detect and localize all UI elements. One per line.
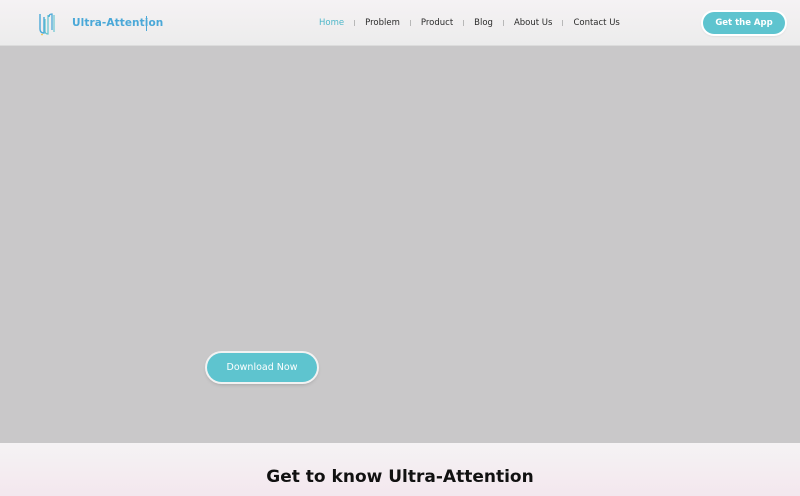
ultra-attention-logo-icon[interactable]: [36, 11, 58, 36]
nav-separator: [502, 20, 504, 26]
section-title: Get to know Ultra-Attention: [266, 467, 534, 487]
brand-name[interactable]: Ultra-Attention: [72, 17, 163, 29]
get-the-app-button[interactable]: Get the App: [703, 12, 785, 34]
hero-section: Download Now: [0, 46, 800, 443]
text-cursor: [146, 16, 147, 31]
about-section: Get to know Ultra-Attention: [0, 443, 800, 496]
nav-item-product[interactable]: Product: [421, 18, 453, 28]
site-header: Ultra-Attention Home Problem Product Blo…: [0, 0, 800, 46]
nav-separator: [409, 20, 411, 26]
nav-item-blog[interactable]: Blog: [474, 18, 493, 28]
main-nav: Home Problem Product Blog About Us Conta…: [319, 17, 620, 29]
nav-separator: [463, 20, 465, 26]
nav-item-problem[interactable]: Problem: [365, 18, 400, 28]
nav-item-contact-us[interactable]: Contact Us: [573, 18, 619, 28]
download-now-button[interactable]: Download Now: [207, 353, 317, 382]
nav-separator: [354, 20, 356, 26]
nav-item-home[interactable]: Home: [319, 18, 344, 28]
nav-separator: [562, 20, 564, 26]
nav-item-about-us[interactable]: About Us: [514, 18, 552, 28]
